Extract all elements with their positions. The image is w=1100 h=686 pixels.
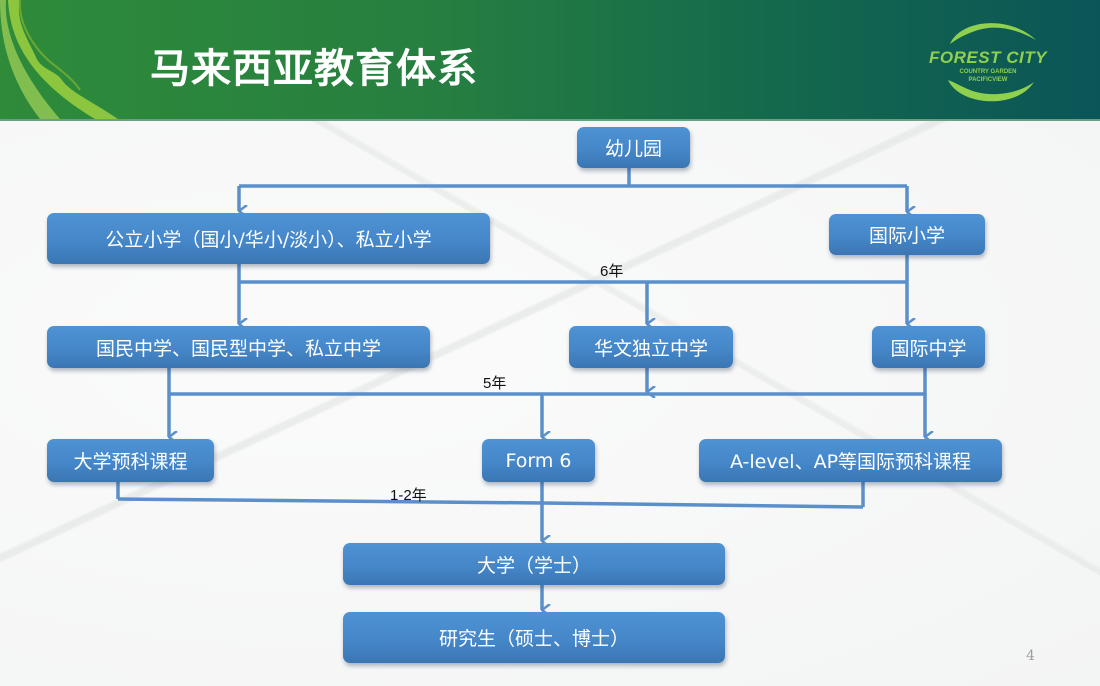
duration-label-preuniversity: 1-2年 xyxy=(390,487,427,504)
duration-label-primary: 6年 xyxy=(600,263,624,280)
page-number: 4 xyxy=(1026,648,1035,664)
node-postgraduate: 研究生（硕士、博士） xyxy=(343,612,725,663)
connector-preuniversity-bus xyxy=(117,497,864,509)
node-chinese-independent: 华文独立中学 xyxy=(569,326,733,368)
node-foundation: 大学预科课程 xyxy=(47,439,214,482)
node-intl-secondary: 国际中学 xyxy=(872,326,985,368)
node-national-secondary: 国民中学、国民型中学、私立中学 xyxy=(47,326,430,368)
node-university: 大学（学士） xyxy=(343,543,725,585)
duration-label-secondary: 5年 xyxy=(483,375,507,392)
node-public-primary: 公立小学（国小/华小/淡小）、私立小学 xyxy=(47,213,490,264)
node-alevel: A-level、AP等国际预科课程 xyxy=(699,439,1002,482)
node-form6: Form 6 xyxy=(482,439,595,482)
node-intl-primary: 国际小学 xyxy=(829,214,985,255)
node-kindergarten: 幼儿园 xyxy=(577,127,690,168)
